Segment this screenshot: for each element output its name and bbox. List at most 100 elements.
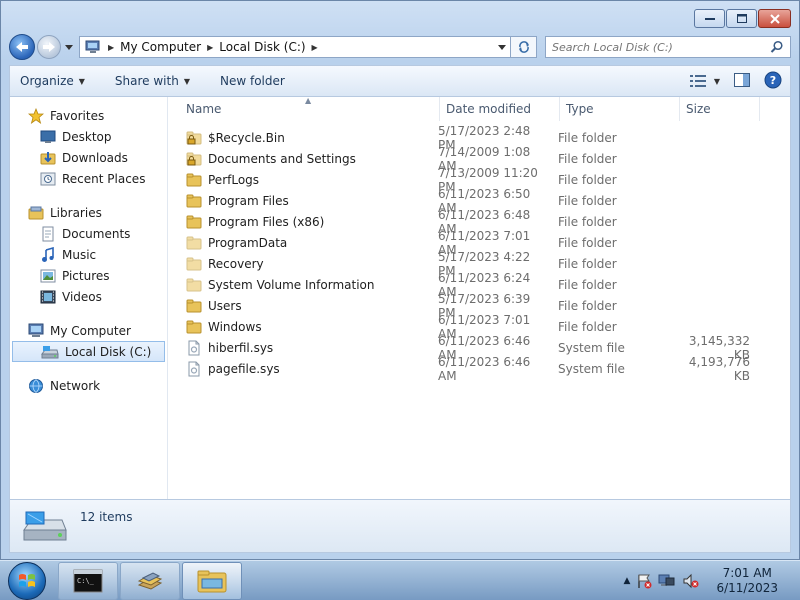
file-name-cell[interactable]: Program Files xyxy=(168,194,430,208)
content-area: Favorites Desktop Downloads Recent Place… xyxy=(9,96,791,500)
help-button[interactable]: ? xyxy=(764,71,782,92)
recent-pages-button[interactable] xyxy=(63,44,75,50)
taskbar-server-manager[interactable] xyxy=(120,561,180,600)
file-name: Program Files xyxy=(208,193,289,208)
folder-icon xyxy=(186,215,202,229)
file-name-cell[interactable]: Documents and Settings xyxy=(168,152,430,166)
refresh-icon xyxy=(518,41,529,53)
taskbar-command-prompt[interactable]: C:\_ xyxy=(58,561,118,600)
nav-libraries[interactable]: Libraries xyxy=(10,202,167,223)
file-list: $Recycle.Bin 5/17/2023 2:48 PM File folder… xyxy=(168,121,790,383)
new-folder-button[interactable]: New folder xyxy=(220,74,285,88)
taskbar-windows-explorer[interactable] xyxy=(182,561,242,600)
nav-local-disk-label: Local Disk (C:) xyxy=(65,344,152,359)
nav-videos-label: Videos xyxy=(62,289,102,304)
file-type: File folder xyxy=(558,172,617,187)
file-name: Program Files (x86) xyxy=(208,214,325,229)
folder-icon xyxy=(186,173,202,187)
system-tray: ▲ 7:01 AM 6/11/2023 xyxy=(624,566,800,596)
taskbar: C:\_ ▲ 7:01 AM 6/11/2023 xyxy=(0,560,800,600)
nav-network[interactable]: Network xyxy=(10,375,167,396)
column-header-name[interactable]: Name xyxy=(168,97,440,121)
search-input[interactable] xyxy=(552,40,770,54)
nav-my-computer[interactable]: My Computer xyxy=(10,320,167,341)
desktop-icon xyxy=(40,130,56,143)
search-box[interactable] xyxy=(545,36,791,58)
nav-recent-places[interactable]: Recent Places xyxy=(10,168,167,189)
system-file-icon xyxy=(186,361,202,377)
file-name-cell[interactable]: $Recycle.Bin xyxy=(168,131,430,145)
nav-videos[interactable]: Videos xyxy=(10,286,167,307)
table-row[interactable]: pagefile.sys 6/11/2023 6:46 AM System file… xyxy=(168,355,790,383)
minimize-button[interactable] xyxy=(694,9,725,28)
file-name-cell[interactable]: hiberfil.sys xyxy=(168,340,430,356)
file-name-cell[interactable]: PerfLogs xyxy=(168,173,430,187)
locked-folder-icon xyxy=(186,131,202,145)
back-button[interactable] xyxy=(9,34,35,60)
change-view-button[interactable]: ▼ xyxy=(689,75,720,87)
details-pane: 12 items xyxy=(9,500,791,553)
folder-icon xyxy=(186,320,202,334)
preview-pane-button[interactable] xyxy=(734,72,750,90)
search-icon[interactable] xyxy=(770,40,784,54)
maximize-button[interactable] xyxy=(726,9,757,28)
drive-large-icon xyxy=(10,500,80,552)
forward-button[interactable] xyxy=(37,35,61,59)
file-name-cell[interactable]: System Volume Information xyxy=(168,278,430,292)
svg-text:C:\_: C:\_ xyxy=(77,577,95,585)
file-name-cell[interactable]: Recovery xyxy=(168,257,430,271)
network-icon xyxy=(29,378,43,393)
libraries-icon xyxy=(28,206,44,219)
nav-music[interactable]: Music xyxy=(10,244,167,265)
file-name-cell[interactable]: Program Files (x86) xyxy=(168,215,430,229)
breadcrumb-separator[interactable]: ▶ xyxy=(108,43,114,52)
address-dropdown-button[interactable] xyxy=(494,37,510,57)
clock[interactable]: 7:01 AM 6/11/2023 xyxy=(716,566,778,596)
nav-downloads[interactable]: Downloads xyxy=(10,147,167,168)
breadcrumb-my-computer[interactable]: My Computer xyxy=(120,40,201,54)
forward-arrow-icon xyxy=(43,42,55,52)
nav-network-label: Network xyxy=(50,378,101,393)
file-type: File folder xyxy=(558,298,617,313)
file-type: File folder xyxy=(558,235,617,250)
nav-local-disk[interactable]: Local Disk (C:) xyxy=(12,341,165,362)
locked-folder-icon xyxy=(186,152,202,166)
breadcrumb-separator[interactable]: ▶ xyxy=(312,43,318,52)
address-bar[interactable]: ▶ My Computer ▶ Local Disk (C:) ▶ xyxy=(79,36,511,58)
share-with-button[interactable]: Share with ▼ xyxy=(115,74,190,88)
column-header-date-modified[interactable]: Date modified xyxy=(440,97,560,121)
minimize-icon xyxy=(704,17,715,20)
volume-muted-icon[interactable] xyxy=(682,573,700,589)
start-button[interactable] xyxy=(8,561,46,600)
network-status-icon[interactable] xyxy=(658,573,676,589)
chevron-down-icon xyxy=(65,44,73,50)
file-name-cell[interactable]: Users xyxy=(168,299,430,313)
file-type: File folder xyxy=(558,130,617,145)
chevron-down-icon xyxy=(498,44,506,50)
action-center-flag-icon[interactable] xyxy=(636,573,652,589)
organize-button[interactable]: Organize ▼ xyxy=(20,74,85,88)
nav-documents[interactable]: Documents xyxy=(10,223,167,244)
file-name: Recovery xyxy=(208,256,264,271)
show-hidden-icons-button[interactable]: ▲ xyxy=(624,576,631,586)
nav-music-label: Music xyxy=(62,247,97,262)
file-date-modified: 6/11/2023 6:46 AM xyxy=(438,354,531,383)
column-header-size[interactable]: Size xyxy=(680,97,760,121)
breadcrumb-separator[interactable]: ▶ xyxy=(207,43,213,52)
nav-pictures[interactable]: Pictures xyxy=(10,265,167,286)
back-arrow-icon xyxy=(16,42,28,52)
nav-desktop[interactable]: Desktop xyxy=(10,126,167,147)
nav-favorites[interactable]: Favorites xyxy=(10,105,167,126)
organize-label: Organize xyxy=(20,74,74,88)
close-button[interactable] xyxy=(758,9,791,28)
file-name-cell[interactable]: ProgramData xyxy=(168,236,430,250)
hidden-folder-icon xyxy=(186,236,202,250)
refresh-button[interactable] xyxy=(511,36,537,58)
file-name-cell[interactable]: pagefile.sys xyxy=(168,361,430,377)
file-name-cell[interactable]: Windows xyxy=(168,320,430,334)
star-icon xyxy=(28,107,44,124)
breadcrumb-local-disk[interactable]: Local Disk (C:) xyxy=(219,40,305,54)
column-header-type[interactable]: Type xyxy=(560,97,680,121)
pictures-icon xyxy=(40,269,56,282)
music-icon xyxy=(42,246,54,262)
